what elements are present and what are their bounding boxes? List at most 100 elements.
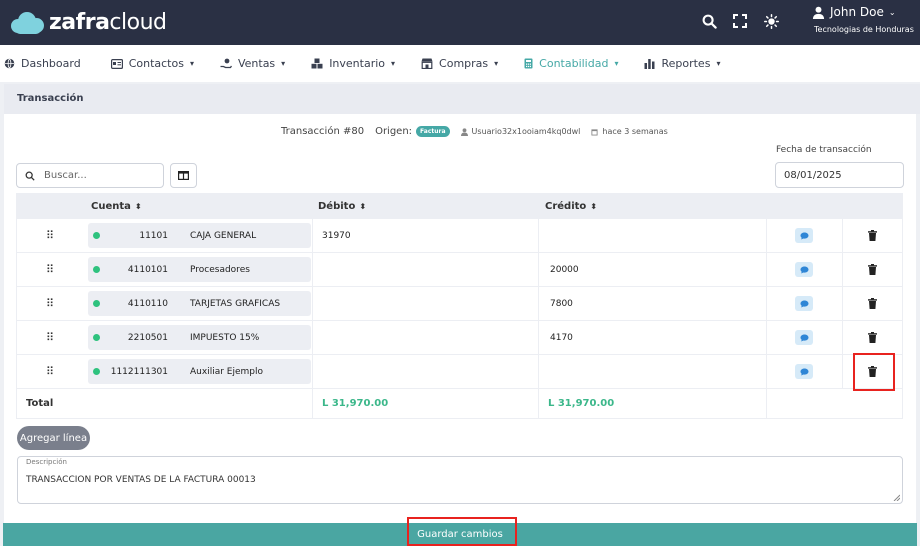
globe-icon [4, 58, 15, 69]
comment-icon [800, 333, 808, 342]
credit-input[interactable]: 7800 [550, 299, 573, 309]
trash-icon [867, 297, 877, 309]
comment-icon [800, 265, 808, 274]
column-header-cuenta[interactable]: Cuenta ⬍ [91, 193, 142, 219]
resize-handle-icon[interactable] [893, 494, 900, 501]
chevron-down-icon: ▾ [716, 59, 721, 68]
account-code: 11101 [139, 230, 168, 241]
table-row: ⠿ 4110110 TARJETAS GRAFICAS 7800 [16, 287, 903, 321]
status-dot-icon [93, 232, 100, 239]
sort-icon: ⬍ [359, 201, 367, 211]
main-nav: Dashboard Contactos ▾ Ventas ▾ Inventari… [0, 45, 920, 82]
chevron-down-icon: ▾ [494, 59, 499, 68]
table-columns-icon [178, 171, 189, 180]
transaction-number: Transacción #80 [281, 126, 365, 137]
credit-input[interactable]: 20000 [550, 265, 579, 275]
transaction-time: hace 3 semanas [591, 127, 668, 136]
status-dot-icon [93, 368, 100, 375]
debit-input[interactable]: 31970 [322, 231, 351, 241]
search-input[interactable]: Buscar... [16, 163, 164, 188]
comment-button[interactable] [795, 262, 813, 277]
date-input[interactable]: 08/01/2025 [775, 162, 904, 188]
account-code: 1112111301 [110, 366, 168, 377]
account-name: TARJETAS GRAFICAS [190, 298, 281, 309]
trash-icon [867, 365, 877, 377]
table-row: ⠿ 11101 CAJA GENERAL 31970 [16, 219, 903, 253]
comment-button[interactable] [795, 330, 813, 345]
delete-row-button[interactable] [866, 262, 878, 276]
account-selector[interactable]: 2210501 IMPUESTO 15% [88, 325, 311, 350]
calendar-icon [591, 128, 598, 135]
delete-row-button[interactable] [866, 364, 878, 378]
credit-input[interactable]: 4170 [550, 333, 573, 343]
status-dot-icon [93, 334, 100, 341]
delete-row-button[interactable] [866, 330, 878, 344]
account-selector[interactable]: 11101 CAJA GENERAL [88, 223, 311, 248]
id-card-icon [110, 58, 123, 69]
nav-item-compras[interactable]: Compras ▾ [421, 57, 498, 70]
totals-row [16, 389, 903, 419]
search-icon[interactable] [700, 12, 718, 30]
brand-name: zafracloud [49, 9, 167, 35]
nav-item-reportes[interactable]: Reportes ▾ [644, 57, 720, 70]
logo[interactable]: zafracloud [9, 8, 167, 36]
trash-icon [867, 229, 877, 241]
drag-handle-icon[interactable]: ⠿ [46, 263, 54, 276]
comment-button[interactable] [795, 364, 813, 379]
total-label: Total [26, 398, 54, 409]
search-placeholder: Buscar... [44, 170, 87, 181]
comment-icon [800, 231, 808, 240]
account-selector[interactable]: 1112111301 Auxiliar Ejemplo [88, 359, 311, 384]
nav-item-ventas[interactable]: Ventas ▾ [220, 57, 285, 70]
user-icon [460, 127, 468, 136]
sun-icon[interactable] [762, 12, 780, 30]
add-line-button[interactable]: Agregar línea [17, 426, 90, 450]
status-dot-icon [93, 266, 100, 273]
table-header [16, 193, 903, 219]
user-menu[interactable]: John Doe ⌄ Tecnologias de Honduras [812, 5, 914, 34]
account-name: Auxiliar Ejemplo [190, 366, 263, 377]
trash-icon [867, 263, 877, 275]
page-title: Transacción [4, 84, 920, 114]
store-icon [421, 58, 433, 69]
account-selector[interactable]: 4110101 Procesadores [88, 257, 311, 282]
nav-item-contabilidad[interactable]: Contabilidad ▾ [524, 57, 618, 70]
table-row: ⠿ 2210501 IMPUESTO 15% 4170 [16, 321, 903, 355]
bar-chart-icon [644, 59, 655, 69]
nav-item-inventario[interactable]: Inventario ▾ [311, 57, 395, 70]
delete-row-button[interactable] [866, 296, 878, 310]
account-selector[interactable]: 4110110 TARJETAS GRAFICAS [88, 291, 311, 316]
drag-handle-icon[interactable]: ⠿ [46, 365, 54, 378]
column-header-credito[interactable]: Crédito ⬍ [545, 193, 597, 219]
description-value: TRANSACCION POR VENTAS DE LA FACTURA 000… [26, 475, 256, 485]
nav-item-contactos[interactable]: Contactos ▾ [110, 57, 194, 70]
user-company: Tecnologias de Honduras [814, 25, 914, 34]
drag-handle-icon[interactable]: ⠿ [46, 297, 54, 310]
boxes-icon [311, 58, 323, 69]
drag-handle-icon[interactable]: ⠿ [46, 229, 54, 242]
nav-item-dashboard[interactable]: Dashboard [4, 57, 81, 70]
transaction-meta: Transacción #80 Origen: Factura Usuario3… [281, 126, 668, 137]
comment-button[interactable] [795, 228, 813, 243]
account-name: IMPUESTO 15% [190, 332, 260, 343]
fullscreen-icon[interactable] [731, 12, 749, 30]
save-button[interactable]: Guardar cambios [3, 523, 917, 546]
sort-icon: ⬍ [590, 201, 597, 211]
comment-icon [800, 367, 808, 376]
column-header-debito[interactable]: Débito ⬍ [318, 193, 366, 219]
origin-badge: Factura [416, 126, 450, 137]
cloud-logo-icon [9, 10, 47, 34]
comment-button[interactable] [795, 296, 813, 311]
delete-row-button[interactable] [866, 228, 878, 242]
drag-handle-icon[interactable]: ⠿ [46, 331, 54, 344]
chevron-down-icon: ▾ [281, 59, 286, 68]
origin-label: Origen: [375, 126, 413, 137]
description-field[interactable]: Descripción TRANSACCION POR VENTAS DE LA… [17, 456, 903, 504]
top-bar: zafracloud John Doe ⌄ Tecnologias de Hon… [0, 0, 920, 45]
chevron-down-icon: ▾ [614, 59, 619, 68]
date-label: Fecha de transacción [776, 145, 872, 155]
hand-coin-icon [220, 58, 232, 69]
description-label: Descripción [26, 458, 67, 466]
columns-toggle-button[interactable] [170, 163, 197, 188]
comment-icon [800, 299, 808, 308]
